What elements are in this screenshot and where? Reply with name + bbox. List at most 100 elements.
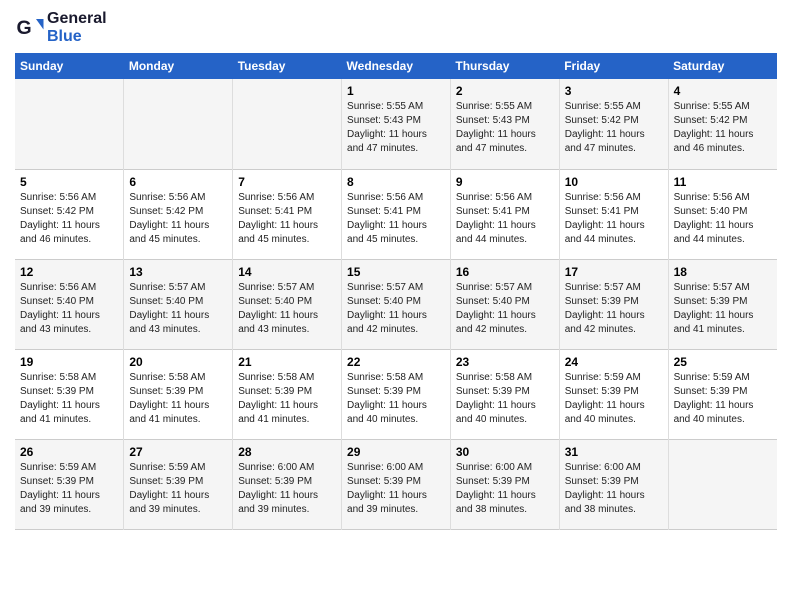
cell-content: Sunrise: 5:59 AM Sunset: 5:39 PM Dayligh… <box>20 461 118 517</box>
day-number: 8 <box>347 175 445 189</box>
cell-content: Sunrise: 5:56 AM Sunset: 5:42 PM Dayligh… <box>20 191 118 247</box>
day-number: 22 <box>347 355 445 369</box>
cell-content: Sunrise: 5:58 AM Sunset: 5:39 PM Dayligh… <box>347 371 445 427</box>
calendar-week-4: 26 Sunrise: 5:59 AM Sunset: 5:39 PM Dayli… <box>15 439 777 529</box>
cell-content: Sunrise: 5:59 AM Sunset: 5:39 PM Dayligh… <box>674 371 772 427</box>
cell-content: Sunrise: 5:57 AM Sunset: 5:40 PM Dayligh… <box>238 281 336 337</box>
day-number: 6 <box>129 175 227 189</box>
cell-content: Sunrise: 5:56 AM Sunset: 5:40 PM Dayligh… <box>674 191 772 247</box>
day-number: 4 <box>674 84 772 98</box>
day-number: 9 <box>456 175 554 189</box>
cell-content: Sunrise: 5:58 AM Sunset: 5:39 PM Dayligh… <box>20 371 118 427</box>
cell-content: Sunrise: 5:57 AM Sunset: 5:39 PM Dayligh… <box>674 281 772 337</box>
cell-content: Sunrise: 5:57 AM Sunset: 5:40 PM Dayligh… <box>456 281 554 337</box>
calendar-cell: 8 Sunrise: 5:56 AM Sunset: 5:41 PM Daylig… <box>342 169 451 259</box>
day-number: 17 <box>565 265 663 279</box>
cell-content: Sunrise: 5:56 AM Sunset: 5:41 PM Dayligh… <box>238 191 336 247</box>
calendar-cell <box>233 79 342 169</box>
cell-content: Sunrise: 5:57 AM Sunset: 5:40 PM Dayligh… <box>347 281 445 337</box>
day-number: 19 <box>20 355 118 369</box>
cell-content: Sunrise: 5:58 AM Sunset: 5:39 PM Dayligh… <box>238 371 336 427</box>
day-number: 11 <box>674 175 772 189</box>
day-number: 15 <box>347 265 445 279</box>
col-header-thursday: Thursday <box>450 53 559 79</box>
calendar-cell: 19 Sunrise: 5:58 AM Sunset: 5:39 PM Dayli… <box>15 349 124 439</box>
cell-content: Sunrise: 5:56 AM Sunset: 5:41 PM Dayligh… <box>347 191 445 247</box>
calendar-cell: 21 Sunrise: 5:58 AM Sunset: 5:39 PM Dayli… <box>233 349 342 439</box>
cell-content: Sunrise: 6:00 AM Sunset: 5:39 PM Dayligh… <box>565 461 663 517</box>
cell-content: Sunrise: 5:56 AM Sunset: 5:42 PM Dayligh… <box>129 191 227 247</box>
calendar-cell: 14 Sunrise: 5:57 AM Sunset: 5:40 PM Dayli… <box>233 259 342 349</box>
day-number: 23 <box>456 355 554 369</box>
calendar-cell: 28 Sunrise: 6:00 AM Sunset: 5:39 PM Dayli… <box>233 439 342 529</box>
cell-content: Sunrise: 5:57 AM Sunset: 5:40 PM Dayligh… <box>129 281 227 337</box>
calendar-cell <box>15 79 124 169</box>
calendar-cell: 27Sunrise: 5:59 AM Sunset: 5:39 PM Dayli… <box>124 439 233 529</box>
cell-content: Sunrise: 5:59 AM Sunset: 5:39 PM Dayligh… <box>565 371 663 427</box>
calendar-cell: 20Sunrise: 5:58 AM Sunset: 5:39 PM Dayli… <box>124 349 233 439</box>
calendar-cell: 16 Sunrise: 5:57 AM Sunset: 5:40 PM Dayli… <box>450 259 559 349</box>
day-number: 12 <box>20 265 118 279</box>
cell-content: Sunrise: 5:58 AM Sunset: 5:39 PM Dayligh… <box>129 371 227 427</box>
day-number: 30 <box>456 445 554 459</box>
day-number: 14 <box>238 265 336 279</box>
calendar-cell: 12 Sunrise: 5:56 AM Sunset: 5:40 PM Dayli… <box>15 259 124 349</box>
calendar-cell: 29 Sunrise: 6:00 AM Sunset: 5:39 PM Dayli… <box>342 439 451 529</box>
header: G General Blue <box>15 10 777 45</box>
day-number: 29 <box>347 445 445 459</box>
cell-content: Sunrise: 6:00 AM Sunset: 5:39 PM Dayligh… <box>456 461 554 517</box>
cell-content: Sunrise: 6:00 AM Sunset: 5:39 PM Dayligh… <box>347 461 445 517</box>
calendar-cell: 23 Sunrise: 5:58 AM Sunset: 5:39 PM Dayli… <box>450 349 559 439</box>
cell-content: Sunrise: 5:56 AM Sunset: 5:41 PM Dayligh… <box>565 191 663 247</box>
cell-content: Sunrise: 5:55 AM Sunset: 5:43 PM Dayligh… <box>456 100 554 156</box>
calendar-cell: 30 Sunrise: 6:00 AM Sunset: 5:39 PM Dayli… <box>450 439 559 529</box>
calendar-cell: 24Sunrise: 5:59 AM Sunset: 5:39 PM Dayli… <box>559 349 668 439</box>
calendar-cell <box>124 79 233 169</box>
calendar-cell: 18 Sunrise: 5:57 AM Sunset: 5:39 PM Dayli… <box>668 259 777 349</box>
cell-content: Sunrise: 5:56 AM Sunset: 5:40 PM Dayligh… <box>20 281 118 337</box>
calendar-cell: 11 Sunrise: 5:56 AM Sunset: 5:40 PM Dayli… <box>668 169 777 259</box>
day-number: 16 <box>456 265 554 279</box>
cell-content: Sunrise: 5:57 AM Sunset: 5:39 PM Dayligh… <box>565 281 663 337</box>
day-number: 21 <box>238 355 336 369</box>
logo-icon: G <box>15 13 45 43</box>
calendar-cell: 10Sunrise: 5:56 AM Sunset: 5:41 PM Dayli… <box>559 169 668 259</box>
day-number: 31 <box>565 445 663 459</box>
col-header-sunday: Sunday <box>15 53 124 79</box>
logo: G General Blue <box>15 10 107 45</box>
header-row: SundayMondayTuesdayWednesdayThursdayFrid… <box>15 53 777 79</box>
calendar-cell: 4 Sunrise: 5:55 AM Sunset: 5:42 PM Daylig… <box>668 79 777 169</box>
calendar-week-2: 12 Sunrise: 5:56 AM Sunset: 5:40 PM Dayli… <box>15 259 777 349</box>
day-number: 3 <box>565 84 663 98</box>
calendar-table: SundayMondayTuesdayWednesdayThursdayFrid… <box>15 53 777 530</box>
col-header-wednesday: Wednesday <box>342 53 451 79</box>
calendar-cell: 1Sunrise: 5:55 AM Sunset: 5:43 PM Daylig… <box>342 79 451 169</box>
day-number: 5 <box>20 175 118 189</box>
day-number: 26 <box>20 445 118 459</box>
calendar-cell: 31 Sunrise: 6:00 AM Sunset: 5:39 PM Dayli… <box>559 439 668 529</box>
calendar-cell: 17 Sunrise: 5:57 AM Sunset: 5:39 PM Dayli… <box>559 259 668 349</box>
calendar-cell: 22 Sunrise: 5:58 AM Sunset: 5:39 PM Dayli… <box>342 349 451 439</box>
col-header-tuesday: Tuesday <box>233 53 342 79</box>
calendar-cell <box>668 439 777 529</box>
calendar-cell: 3 Sunrise: 5:55 AM Sunset: 5:42 PM Daylig… <box>559 79 668 169</box>
cell-content: Sunrise: 5:56 AM Sunset: 5:41 PM Dayligh… <box>456 191 554 247</box>
cell-content: Sunrise: 5:55 AM Sunset: 5:42 PM Dayligh… <box>565 100 663 156</box>
day-number: 28 <box>238 445 336 459</box>
calendar-cell: 13Sunrise: 5:57 AM Sunset: 5:40 PM Dayli… <box>124 259 233 349</box>
calendar-week-0: 1Sunrise: 5:55 AM Sunset: 5:43 PM Daylig… <box>15 79 777 169</box>
day-number: 2 <box>456 84 554 98</box>
cell-content: Sunrise: 5:55 AM Sunset: 5:43 PM Dayligh… <box>347 100 445 156</box>
calendar-cell: 6 Sunrise: 5:56 AM Sunset: 5:42 PM Daylig… <box>124 169 233 259</box>
calendar-week-1: 5 Sunrise: 5:56 AM Sunset: 5:42 PM Daylig… <box>15 169 777 259</box>
calendar-cell: 2 Sunrise: 5:55 AM Sunset: 5:43 PM Daylig… <box>450 79 559 169</box>
cell-content: Sunrise: 5:55 AM Sunset: 5:42 PM Dayligh… <box>674 100 772 156</box>
calendar-cell: 25Sunrise: 5:59 AM Sunset: 5:39 PM Dayli… <box>668 349 777 439</box>
cell-content: Sunrise: 6:00 AM Sunset: 5:39 PM Dayligh… <box>238 461 336 517</box>
calendar-cell: 9 Sunrise: 5:56 AM Sunset: 5:41 PM Daylig… <box>450 169 559 259</box>
calendar-week-3: 19 Sunrise: 5:58 AM Sunset: 5:39 PM Dayli… <box>15 349 777 439</box>
day-number: 18 <box>674 265 772 279</box>
col-header-monday: Monday <box>124 53 233 79</box>
col-header-saturday: Saturday <box>668 53 777 79</box>
cell-content: Sunrise: 5:58 AM Sunset: 5:39 PM Dayligh… <box>456 371 554 427</box>
